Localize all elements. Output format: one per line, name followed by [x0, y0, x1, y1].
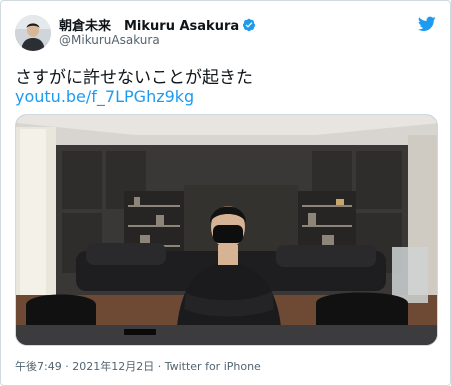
verified-badge-icon: [242, 17, 256, 32]
tweet-time[interactable]: 午後7:49: [15, 360, 62, 373]
avatar[interactable]: [15, 15, 51, 51]
tweet-date[interactable]: 2021年12月2日: [72, 360, 154, 373]
tweet-link[interactable]: youtu.be/f_7LPGhz9kg: [15, 87, 194, 106]
photo-image: [16, 115, 437, 345]
footer-separator: ·: [154, 360, 165, 373]
author-display-name[interactable]: 朝倉未来 Mikuru Asakura: [59, 15, 239, 34]
author-handle[interactable]: @MikuruAsakura: [59, 33, 160, 47]
tweet-media-photo[interactable]: [15, 114, 438, 346]
tweet-text: さすがに許せないことが起きた: [15, 68, 253, 88]
avatar-image: [15, 15, 51, 51]
footer-separator: ·: [61, 360, 73, 373]
tweet-card[interactable]: 朝倉未来 Mikuru Asakura @MikuruAsakura さすがに許…: [0, 0, 451, 386]
twitter-bird-icon[interactable]: [417, 16, 436, 32]
author-name-row[interactable]: 朝倉未来 Mikuru Asakura: [59, 15, 256, 34]
tweet-footer: 午後7:49 · 2021年12月2日 · Twitter for iPhone: [15, 358, 261, 374]
tweet-source[interactable]: Twitter for iPhone: [165, 360, 261, 373]
